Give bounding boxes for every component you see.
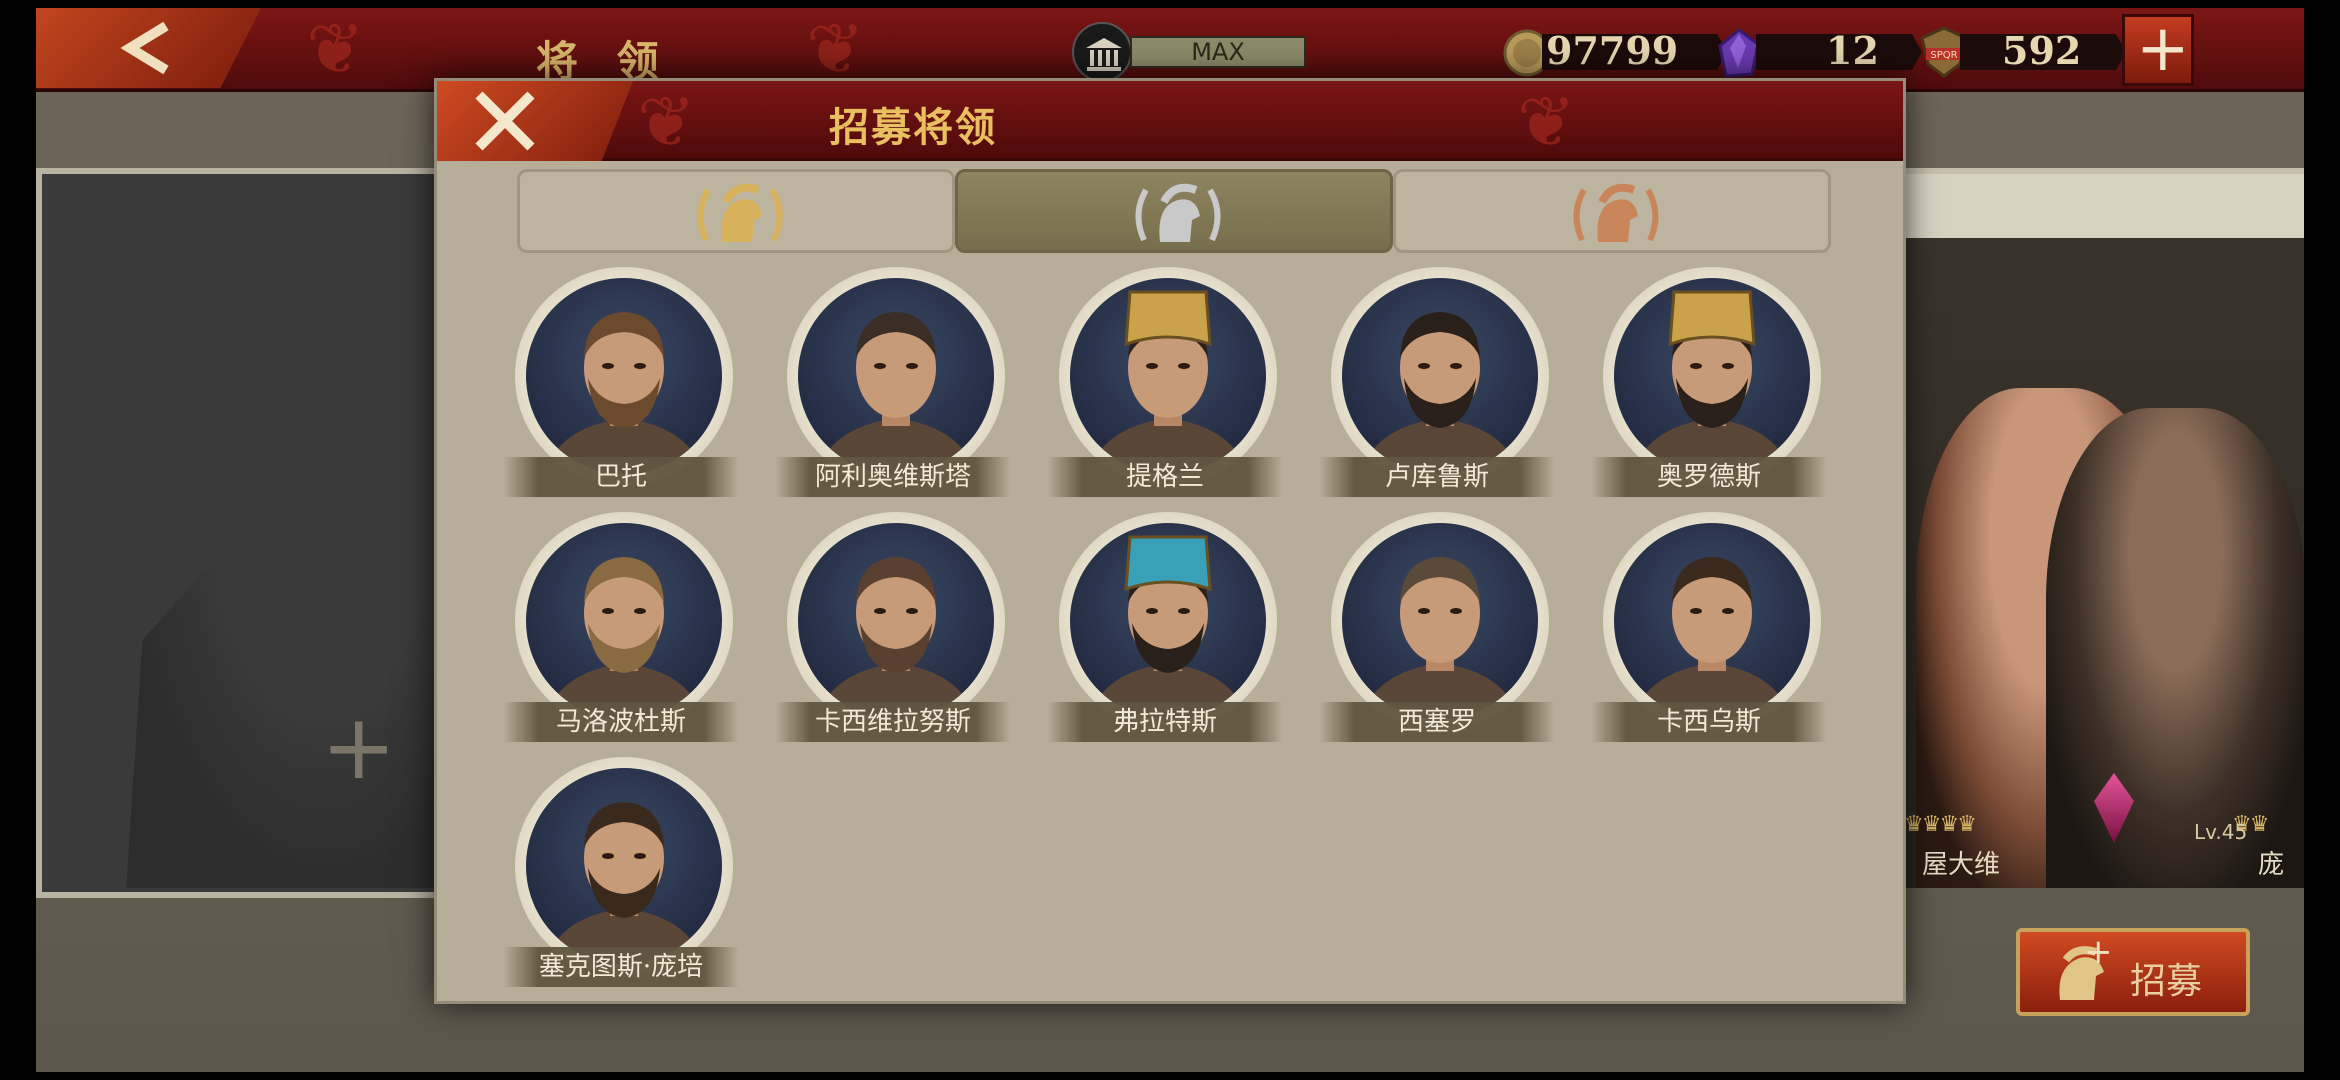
close-button[interactable] [437, 81, 633, 161]
general-portrait-icon [1362, 312, 1518, 474]
portrait-frame [1331, 267, 1549, 485]
general-card[interactable]: 奥罗德斯 [1591, 267, 1827, 497]
general-portrait [798, 278, 994, 474]
gold-amount: 97799 [1546, 28, 1679, 73]
general-portrait-icon [818, 312, 974, 474]
recruit-generals-dialog: ❦ 招募将领 ❦ 巴托 阿利奥维斯塔 提格兰 卢库鲁斯 奥罗德斯马洛波杜斯 卡西维拉努斯弗… [434, 78, 1906, 1004]
general-name: 阿利奥维斯塔 [775, 457, 1011, 497]
helmet-laurel-icon [1573, 183, 1659, 242]
general-portrait [526, 278, 722, 474]
general-card[interactable]: 弗拉特斯 [1047, 512, 1283, 742]
treasury-icon [1072, 22, 1132, 82]
general-portrait [1342, 523, 1538, 719]
general-name: 西塞罗 [1319, 702, 1555, 742]
general-portrait [1070, 523, 1266, 719]
general-card[interactable]: 西塞罗 [1319, 512, 1555, 742]
portrait-frame [1059, 267, 1277, 485]
recruit-label: 招募 [2130, 961, 2203, 1002]
helmet-laurel-icon [1135, 183, 1221, 242]
token-amount: 592 [2002, 28, 2082, 73]
general-card[interactable]: 马洛波杜斯 [503, 512, 739, 742]
general-portrait-icon [546, 557, 702, 719]
general-name: 卡西维拉努斯 [775, 702, 1011, 742]
token-resource: SPQR 592 [1916, 26, 2126, 78]
general-name: 屋大维 [1922, 850, 2001, 880]
general-card[interactable]: 阿利奥维斯塔 [775, 267, 1011, 497]
general-portrait-icon [1634, 290, 1790, 474]
portrait-frame [787, 267, 1005, 485]
general-portrait-icon [1090, 535, 1246, 719]
recruit-button[interactable]: + 招募 [2016, 928, 2250, 1016]
general-card[interactable]: 卢库鲁斯 [1319, 267, 1555, 497]
general-name: 弗拉特斯 [1047, 702, 1283, 742]
general-name: 奥罗德斯 [1591, 457, 1827, 497]
general-card[interactable]: 巴托 [503, 267, 739, 497]
helmet-laurel-icon [697, 183, 783, 242]
general-portrait-icon [546, 312, 702, 474]
portrait-frame [515, 757, 733, 975]
general-name: 庞 [2258, 850, 2285, 880]
tab-gold-tier[interactable] [517, 169, 955, 253]
laurel-decoration-icon: ❦ [637, 81, 696, 163]
general-card[interactable]: 塞克图斯·庞培 [503, 757, 739, 987]
general-portrait-icon [818, 557, 974, 719]
general-portrait-icon [1090, 290, 1246, 474]
portrait-frame [1331, 512, 1549, 730]
general-portrait [526, 523, 722, 719]
tab-silver-tier[interactable] [955, 169, 1393, 253]
back-button[interactable] [36, 8, 261, 88]
general-portrait-icon [1362, 557, 1518, 719]
portrait-frame [1603, 267, 1821, 485]
portrait-frame [1603, 512, 1821, 730]
general-name: 提格兰 [1047, 457, 1283, 497]
general-portrait [526, 768, 722, 964]
rarity-tabs [517, 169, 1831, 253]
treasury-level: MAX [1130, 36, 1306, 68]
portrait-frame [515, 267, 733, 485]
general-name: 马洛波杜斯 [503, 702, 739, 742]
purple-gem-icon [1718, 28, 1760, 78]
general-portrait [1614, 523, 1810, 719]
portrait-frame [787, 512, 1005, 730]
general-portrait-icon [546, 802, 702, 964]
laurel-decoration-icon: ❦ [306, 8, 365, 90]
plus-icon: + [2084, 932, 2113, 972]
general-card[interactable]: 卡西乌斯 [1591, 512, 1827, 742]
general-name: 卡西乌斯 [1591, 702, 1827, 742]
add-resource-button[interactable]: + [2122, 14, 2194, 86]
tab-bronze-tier[interactable] [1393, 169, 1831, 253]
general-level: Lv.45 [2194, 820, 2248, 844]
gold-resource: 97799 [1502, 28, 1732, 77]
general-name: 巴托 [503, 457, 739, 497]
svg-text:SPQR: SPQR [1930, 50, 1957, 61]
general-portrait [798, 523, 994, 719]
general-portrait [1614, 278, 1810, 474]
close-icon [475, 91, 535, 151]
general-card[interactable]: 卡西维拉努斯 [775, 512, 1011, 742]
back-arrow-icon [120, 22, 169, 74]
portrait-frame [515, 512, 733, 730]
general-card[interactable]: 提格兰 [1047, 267, 1283, 497]
gem-amount: 12 [1826, 28, 1879, 73]
general-portrait [1070, 278, 1266, 474]
star-rating-icon: ♛♛♛♛ [1904, 812, 1977, 837]
general-portrait [1342, 278, 1538, 474]
laurel-decoration-icon: ❦ [1517, 81, 1576, 163]
dialog-header: ❦ 招募将领 ❦ [437, 81, 1903, 163]
portrait-frame [1059, 512, 1277, 730]
gem-resource: 12 [1716, 28, 1926, 78]
general-name: 塞克图斯·庞培 [503, 947, 739, 987]
dialog-title: 招募将领 [829, 104, 997, 151]
add-general-icon[interactable]: + [321, 703, 396, 793]
general-name: 卢库鲁斯 [1319, 457, 1555, 497]
general-portrait-icon [1634, 557, 1790, 719]
plus-icon: + [2136, 12, 2190, 86]
